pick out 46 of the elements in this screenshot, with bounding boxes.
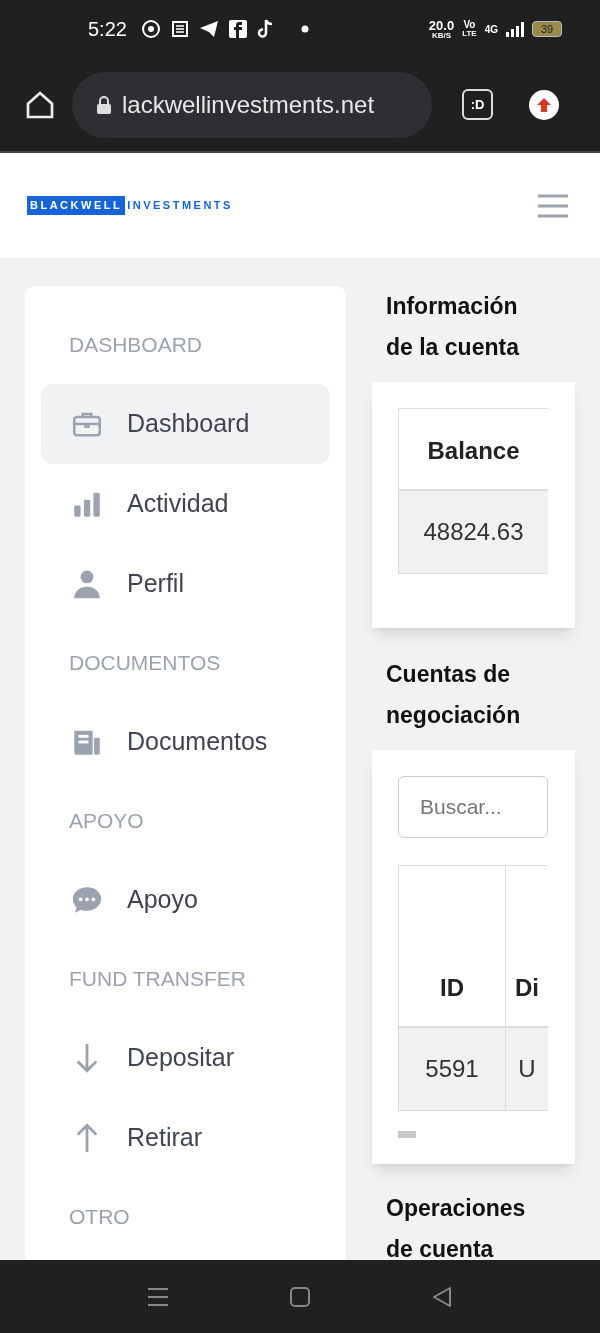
dot-icon	[300, 25, 309, 33]
sidebar-item[interactable]: Dashboard	[41, 384, 330, 464]
scrollbar-thumb[interactable]	[398, 1131, 416, 1138]
signal-icon	[506, 21, 524, 37]
volte-label: Vo	[463, 20, 476, 30]
sidebar-item[interactable]: Perfil	[41, 544, 330, 624]
section-title: DOCUMENTOS	[68, 650, 222, 677]
sidebar-item[interactable]: Apoyo	[41, 860, 330, 940]
tab-switcher[interactable]: :D	[462, 89, 493, 120]
sidebar-item[interactable]: Actividad	[41, 464, 330, 544]
send-icon	[198, 20, 219, 38]
section-title: DASHBOARD	[68, 332, 204, 359]
section-heading: Operaciones de cuenta	[386, 1194, 527, 1260]
section-heading: Información de la cuenta	[386, 292, 521, 362]
speed-unit: KB/S	[431, 31, 452, 40]
address-bar[interactable]: lackwellinvestments.net	[72, 71, 432, 138]
url-text: lackwellinvestments.net	[122, 89, 375, 120]
column-header: ID	[399, 866, 506, 1028]
network-speed: 20.0	[428, 18, 455, 32]
menu-icon[interactable]	[538, 193, 568, 218]
back-icon[interactable]	[431, 1285, 453, 1308]
sidebar-item[interactable]: Depositar	[41, 1018, 330, 1098]
section-title: FUND TRANSFER	[68, 966, 247, 993]
volte-label: LTE	[462, 30, 477, 38]
table-cell: 5591	[399, 1028, 506, 1110]
music-note-icon	[256, 19, 275, 39]
search-field[interactable]: Buscar...	[398, 776, 548, 838]
news-icon	[170, 20, 189, 38]
sidebar-item[interactable]: Documentos	[41, 702, 330, 782]
clock: 5:22	[88, 17, 127, 42]
menu-icon[interactable]	[147, 1285, 169, 1308]
chat-app-icon	[140, 19, 161, 39]
section-heading: Cuentas de negociación	[385, 660, 522, 730]
table-cell: 48824.63	[399, 491, 548, 573]
sidebar-item[interactable]: Retirar	[41, 1098, 330, 1178]
home-button-icon[interactable]	[289, 1285, 311, 1308]
upload-icon[interactable]	[529, 89, 559, 120]
section-title: APOYO	[68, 808, 145, 835]
logo-text[interactable]: INVESTMENTS	[125, 197, 233, 214]
logo-text[interactable]: BLACKWELL	[27, 196, 126, 215]
social-app-icon	[228, 20, 247, 38]
section-title: OTRO	[68, 1204, 131, 1231]
lock-icon	[96, 94, 112, 115]
network-type: 4G	[484, 22, 498, 37]
table-cell: U	[506, 1028, 548, 1110]
battery-indicator: 39	[532, 21, 562, 37]
